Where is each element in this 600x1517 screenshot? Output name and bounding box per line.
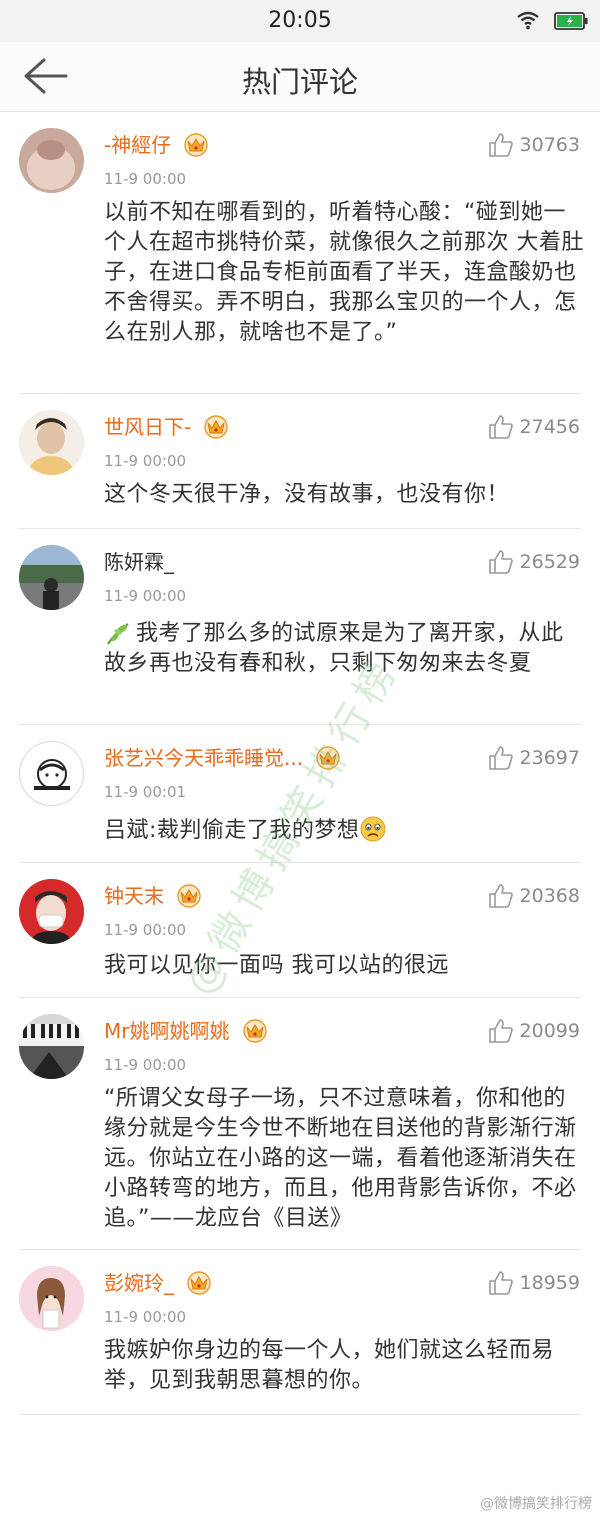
- comment-text: 我考了那么多的试原来是为了离开家，从此故乡再也没有春和秋，只剩下匆匆来去冬夏: [104, 621, 564, 676]
- username[interactable]: 世风日下-: [104, 415, 191, 439]
- sad-face-emoji-icon: [360, 816, 386, 842]
- status-bar: 20:05: [0, 0, 600, 42]
- username[interactable]: 陈妍霖_: [104, 550, 174, 574]
- username[interactable]: 彭婉玲_: [104, 1271, 174, 1295]
- battery-icon: [554, 12, 588, 30]
- like-button[interactable]: 18959: [488, 1270, 580, 1300]
- comment-text: 我可以见你一面吗 我可以站的很远: [104, 953, 449, 978]
- username[interactable]: -神經仔: [104, 133, 171, 157]
- thumbs-up-icon: [488, 1019, 513, 1043]
- comment-item: 钟天末 20368 11-9 00:00 我可以见你一面吗 我可以站的很远: [0, 863, 600, 998]
- comment-text: 这个冬天很干净，没有故事，也没有你！: [104, 482, 510, 507]
- comment-time: 11-9 00:00: [104, 921, 187, 939]
- like-count: 20368: [519, 885, 580, 907]
- like-button[interactable]: 23697: [488, 745, 580, 775]
- like-button[interactable]: 20099: [488, 1018, 580, 1048]
- thumbs-up-icon: [488, 884, 513, 908]
- thumbs-up-icon: [488, 550, 513, 574]
- like-count: 27456: [519, 416, 580, 438]
- comment-time: 11-9 00:00: [104, 452, 187, 470]
- thumbs-up-icon: [488, 1271, 513, 1295]
- comment-time: 11-9 00:00: [104, 1308, 187, 1326]
- avatar[interactable]: [19, 545, 84, 610]
- thumbs-up-icon: [488, 415, 513, 439]
- comment-time: 11-9 00:00: [104, 587, 187, 605]
- avatar[interactable]: [19, 1266, 84, 1331]
- username[interactable]: 钟天末: [104, 884, 164, 908]
- like-button[interactable]: 20368: [488, 883, 580, 913]
- thumbs-up-icon: [488, 746, 513, 770]
- avatar[interactable]: [19, 1014, 84, 1079]
- like-button[interactable]: 30763: [488, 132, 580, 162]
- status-time: 20:05: [268, 8, 332, 33]
- username[interactable]: 张艺兴今天乖乖睡觉...: [104, 746, 303, 770]
- vip-crown-icon: [316, 745, 340, 770]
- comment-text: 以前不知在哪看到的，听着特心酸：“碰到她一个人在超市挑特价菜，就像很久之前那次 …: [104, 200, 584, 345]
- like-count: 23697: [519, 747, 580, 769]
- leaf-emoji-icon: [107, 623, 129, 645]
- avatar[interactable]: [19, 879, 84, 944]
- thumbs-up-icon: [488, 133, 513, 157]
- comment-item: 张艺兴今天乖乖睡觉... 23697 11-9 00:01 吕斌:裁判偷走了我的…: [0, 725, 600, 863]
- comment-time: 11-9 00:00: [104, 170, 187, 188]
- corner-watermark: @微博搞笑排行榜: [480, 1496, 592, 1512]
- comment-item: -神經仔 30763 11-9 00:00 以前不知在哪看到的，听着特心酸：“碰…: [0, 112, 600, 394]
- comment-text: “所谓父女母子一场，只不过意味着，你和他的缘分就是今生今世不断地在目送他的背影渐…: [104, 1086, 577, 1231]
- like-count: 18959: [519, 1272, 580, 1294]
- like-button[interactable]: 27456: [488, 414, 580, 444]
- comment-item: 彭婉玲_ 18959 11-9 00:00 我嫉妒你身边的每一个人，她们就这么轻…: [0, 1250, 600, 1416]
- vip-crown-icon: [184, 132, 209, 157]
- avatar[interactable]: [19, 410, 84, 475]
- divider: [19, 1414, 580, 1415]
- comment-time: 11-9 00:01: [104, 783, 187, 801]
- like-count: 26529: [519, 551, 580, 573]
- comment-item: 陈妍霖_ 26529 11-9 00:00 我考了那么多的试原来是为了离开家，从…: [0, 529, 600, 725]
- comment-time: 11-9 00:00: [104, 1056, 187, 1074]
- username[interactable]: Mr姚啊姚啊姚: [104, 1019, 229, 1043]
- avatar[interactable]: [19, 128, 84, 193]
- vip-crown-icon: [177, 883, 201, 908]
- page-title: 热门评论: [241, 65, 358, 99]
- like-count: 20099: [519, 1020, 580, 1042]
- comment-text: 吕斌:裁判偷走了我的梦想: [104, 818, 360, 843]
- like-button[interactable]: 26529: [488, 549, 580, 579]
- vip-crown-icon: [187, 1270, 211, 1295]
- comment-item: 世风日下- 27456 11-9 00:00 这个冬天很干净，没有故事，也没有你…: [0, 394, 600, 529]
- like-count: 30763: [519, 134, 580, 156]
- comment-text: 我嫉妒你身边的每一个人，她们就这么轻而易举，见到我朝思暮想的你。: [104, 1338, 555, 1393]
- comment-item: Mr姚啊姚啊姚 20099 11-9 00:00 “所谓父女母子一场，只不过意味…: [0, 998, 600, 1250]
- nav-bar: 热门评论: [0, 42, 600, 112]
- wifi-icon: [517, 11, 539, 30]
- vip-crown-icon: [204, 414, 229, 439]
- vip-crown-icon: [242, 1018, 267, 1043]
- avatar[interactable]: [19, 741, 84, 806]
